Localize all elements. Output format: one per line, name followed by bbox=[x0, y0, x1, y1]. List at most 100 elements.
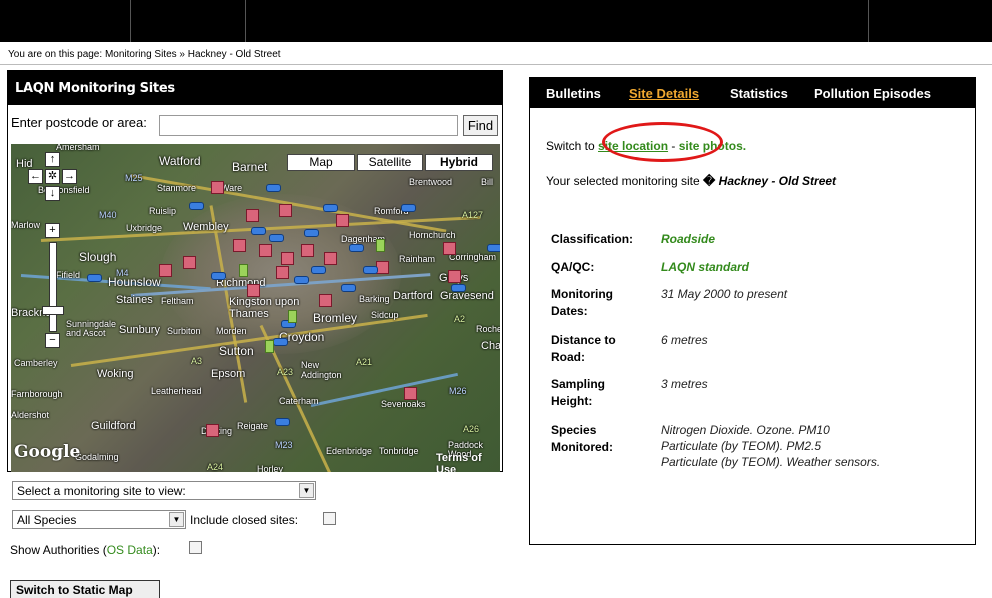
monitoring-site-marker[interactable] bbox=[276, 266, 289, 279]
traffic-site-marker[interactable] bbox=[451, 284, 466, 292]
find-button[interactable]: Find bbox=[463, 115, 498, 136]
place-label: Sevenoaks bbox=[381, 399, 426, 409]
monitoring-site-marker[interactable] bbox=[206, 424, 219, 437]
place-label: Reigate bbox=[237, 421, 269, 431]
traffic-site-marker[interactable] bbox=[273, 338, 288, 346]
monitoring-site-marker[interactable] bbox=[404, 387, 417, 400]
monitoring-site-marker[interactable] bbox=[443, 242, 456, 255]
monitoring-site-marker[interactable] bbox=[324, 252, 337, 265]
place-label: Sidcup bbox=[371, 310, 399, 320]
breadcrumb-prefix: You are on this page: bbox=[8, 49, 103, 60]
place-label: Sunningdale and Ascot bbox=[66, 319, 117, 338]
pan-left-icon[interactable]: ← bbox=[28, 169, 43, 184]
rural-site-marker[interactable] bbox=[239, 264, 248, 277]
detail-tabs: Bulletins Site Details Statistics Pollut… bbox=[530, 78, 975, 108]
pan-right-icon[interactable]: → bbox=[62, 169, 77, 184]
nav-separator bbox=[130, 0, 131, 42]
postcode-label: Enter postcode or area: bbox=[11, 115, 147, 130]
monitoring-site-marker[interactable] bbox=[233, 239, 246, 252]
nav-separator bbox=[245, 0, 246, 42]
place-label: Farnborough bbox=[11, 389, 63, 399]
species-select[interactable]: All Species ▼ bbox=[12, 510, 186, 529]
place-label: Uxbridge bbox=[126, 223, 163, 233]
traffic-site-marker[interactable] bbox=[401, 204, 416, 212]
site-select[interactable]: Select a monitoring site to view: ▼ bbox=[12, 481, 316, 500]
detail-value-qaqc: LAQN standard bbox=[661, 260, 750, 274]
traffic-site-marker[interactable] bbox=[211, 272, 226, 280]
traffic-site-marker[interactable] bbox=[363, 266, 378, 274]
switch-to-static-map-button[interactable]: Switch to Static Map bbox=[10, 580, 160, 598]
highlight-circle bbox=[602, 122, 723, 162]
tab-site-details[interactable]: Site Details bbox=[629, 86, 699, 101]
traffic-site-marker[interactable] bbox=[87, 274, 102, 282]
monitoring-site-marker[interactable] bbox=[211, 181, 224, 194]
selected-marker: � bbox=[703, 174, 716, 188]
tab-pollution-episodes[interactable]: Pollution Episodes bbox=[814, 86, 931, 101]
switch-prefix: Switch to bbox=[546, 139, 595, 153]
rural-site-marker[interactable] bbox=[288, 310, 297, 323]
place-label: Camberley bbox=[14, 358, 58, 368]
place-label: Caterham bbox=[279, 396, 319, 406]
google-logo: Google bbox=[14, 442, 81, 462]
zoom-slider-track[interactable] bbox=[49, 242, 57, 332]
traffic-site-marker[interactable] bbox=[189, 202, 204, 210]
os-data-link[interactable]: OS Data bbox=[107, 543, 153, 557]
monitoring-site-marker[interactable] bbox=[159, 264, 172, 277]
zoom-slider-thumb[interactable] bbox=[42, 306, 64, 315]
include-closed-checkbox[interactable] bbox=[323, 512, 336, 525]
pan-down-icon[interactable]: ↓ bbox=[45, 186, 60, 201]
place-label: Bill bbox=[481, 177, 494, 187]
tab-statistics[interactable]: Statistics bbox=[730, 86, 788, 101]
traffic-site-marker[interactable] bbox=[341, 284, 356, 292]
traffic-site-marker[interactable] bbox=[487, 244, 500, 252]
tab-bulletins[interactable]: Bulletins bbox=[546, 86, 601, 101]
traffic-site-marker[interactable] bbox=[311, 266, 326, 274]
monitoring-site-marker[interactable] bbox=[319, 294, 332, 307]
map-view[interactable]: Amersham Watford Barnet Hid Beaconsfield… bbox=[11, 144, 500, 472]
zoom-out-icon[interactable]: − bbox=[45, 333, 60, 348]
map-type-satellite-button[interactable]: Satellite bbox=[357, 154, 423, 171]
traffic-site-marker[interactable] bbox=[349, 244, 364, 252]
detail-label-classification: Classification: bbox=[551, 232, 634, 246]
road-label: A26 bbox=[463, 424, 480, 434]
detail-label-species: Species Monitored: bbox=[551, 423, 613, 454]
monitoring-site-marker[interactable] bbox=[336, 214, 349, 227]
place-label: Horley bbox=[257, 464, 284, 472]
monitoring-site-marker[interactable] bbox=[281, 252, 294, 265]
traffic-site-marker[interactable] bbox=[323, 204, 338, 212]
traffic-site-marker[interactable] bbox=[294, 276, 309, 284]
breadcrumb-path[interactable]: Monitoring Sites » Hackney - Old Street bbox=[105, 49, 281, 60]
nav-separator bbox=[868, 0, 869, 42]
monitoring-sites-panel: LAQN Monitoring Sites Enter postcode or … bbox=[7, 70, 503, 472]
species-select-value: All Species bbox=[17, 513, 77, 527]
monitoring-site-marker[interactable] bbox=[279, 204, 292, 217]
postcode-input[interactable] bbox=[159, 115, 458, 136]
place-label: Stanmore bbox=[157, 183, 197, 193]
monitoring-site-marker[interactable] bbox=[246, 209, 259, 222]
place-label: Sutton bbox=[219, 344, 254, 358]
map-type-map-button[interactable]: Map bbox=[287, 154, 355, 171]
monitoring-site-marker[interactable] bbox=[259, 244, 272, 257]
monitoring-site-marker[interactable] bbox=[448, 270, 461, 283]
road-label: M40 bbox=[99, 210, 117, 220]
traffic-site-marker[interactable] bbox=[275, 418, 290, 426]
zoom-in-icon[interactable]: + bbox=[45, 223, 60, 238]
rural-site-marker[interactable] bbox=[265, 340, 274, 353]
place-label: Ruislip bbox=[149, 206, 177, 216]
monitoring-site-marker[interactable] bbox=[301, 244, 314, 257]
monitoring-site-marker[interactable] bbox=[247, 284, 260, 297]
place-label: Staines bbox=[116, 294, 153, 306]
terms-of-use-link[interactable]: Terms of Use bbox=[436, 452, 500, 472]
place-label: Leatherhead bbox=[151, 386, 202, 396]
traffic-site-marker[interactable] bbox=[266, 184, 281, 192]
pan-center-icon[interactable]: ✲ bbox=[45, 169, 60, 184]
monitoring-site-marker[interactable] bbox=[183, 256, 196, 269]
traffic-site-marker[interactable] bbox=[251, 227, 266, 235]
traffic-site-marker[interactable] bbox=[269, 234, 284, 242]
show-authorities-checkbox[interactable] bbox=[189, 541, 202, 554]
place-label: Wembley bbox=[183, 221, 229, 233]
map-type-hybrid-button[interactable]: Hybrid bbox=[425, 154, 493, 171]
rural-site-marker[interactable] bbox=[376, 239, 385, 252]
traffic-site-marker[interactable] bbox=[304, 229, 319, 237]
pan-up-icon[interactable]: ↑ bbox=[45, 152, 60, 167]
